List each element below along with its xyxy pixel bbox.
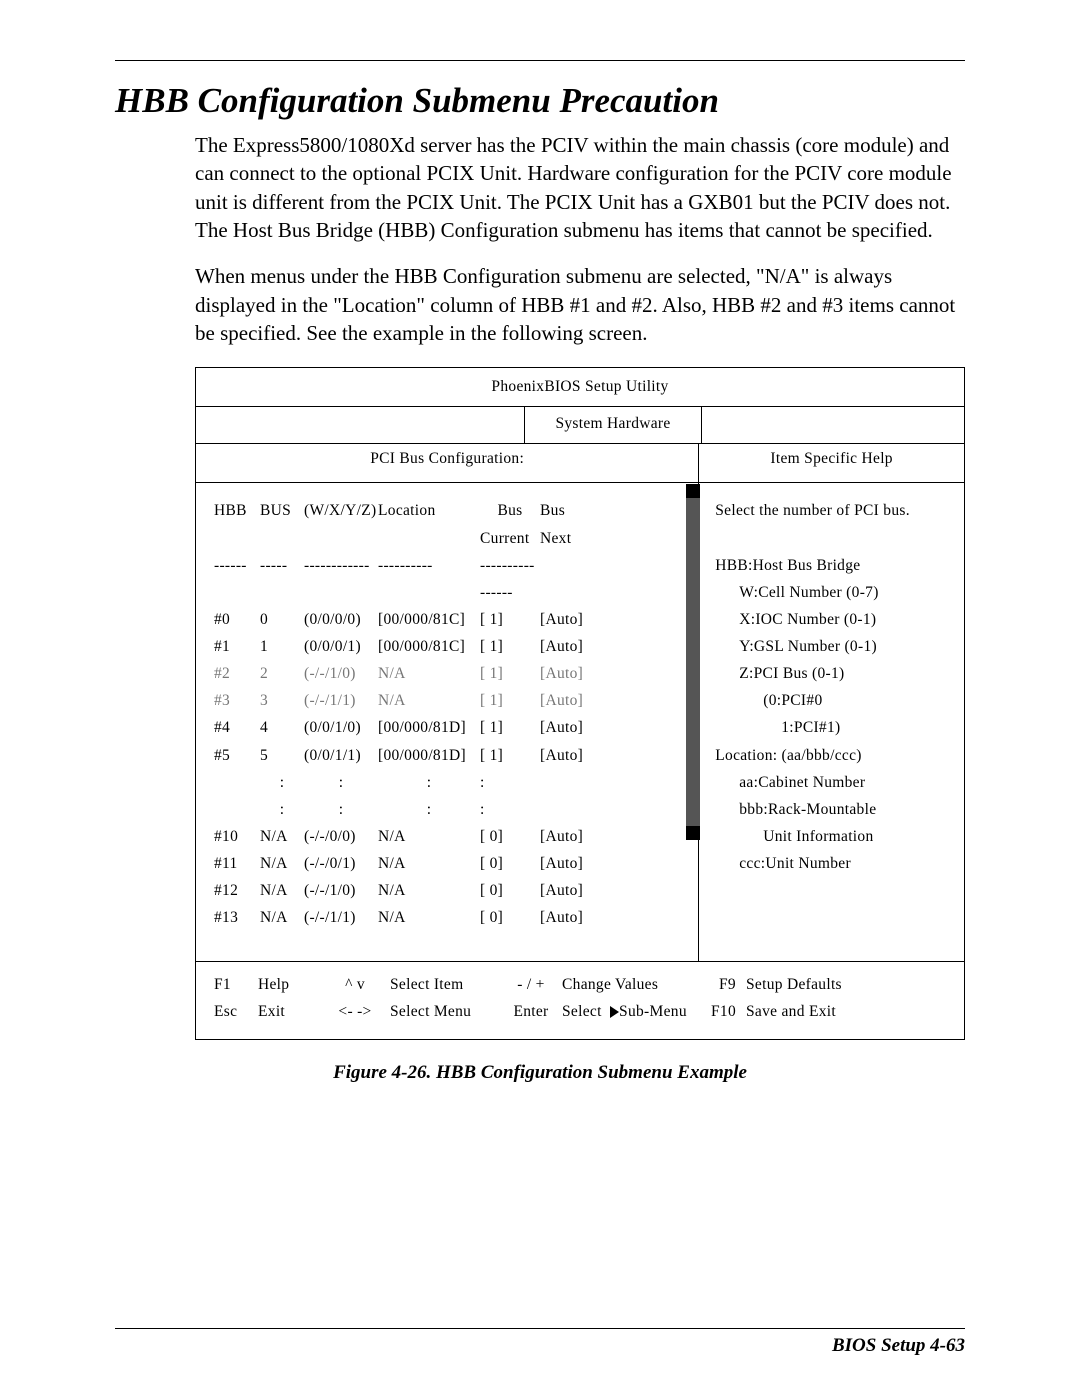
bios-help-title: Item Specific Help <box>699 444 964 483</box>
bios-row[interactable]: #10N/A(-/-/0/0)N/A[ 0][Auto] <box>214 823 692 850</box>
bios-row[interactable]: #55(0/0/1/1)[00/000/81D][ 1][Auto] <box>214 742 692 769</box>
page-title: HBB Configuration Submenu Precaution <box>115 81 965 121</box>
bios-row[interactable]: #00(0/0/0/0)[00/000/81C][ 1][Auto] <box>214 606 692 633</box>
bios-help-text: Select the number of PCI bus. HBB:Host B… <box>715 497 952 877</box>
bios-row[interactable]: #22(-/-/1/0)N/A[ 1][Auto] <box>214 660 692 687</box>
bios-col-header-2: Current Next <box>214 525 692 552</box>
bios-divider: ----------------------------------------… <box>214 552 692 606</box>
scroll-up-icon[interactable] <box>686 484 700 498</box>
bios-header: PhoenixBIOS Setup Utility <box>196 368 964 407</box>
bios-left-title: PCI Bus Configuration: <box>196 444 698 483</box>
bios-row[interactable]: #33(-/-/1/1)N/A[ 1][Auto] <box>214 687 692 714</box>
bios-row[interactable]: #11(0/0/0/1)[00/000/81C][ 1][Auto] <box>214 633 692 660</box>
paragraph-2: When menus under the HBB Configuration s… <box>115 262 965 347</box>
triangle-right-icon <box>610 1006 619 1018</box>
bios-ellipsis: :::: <box>214 769 692 796</box>
page-number: BIOS Setup 4-63 <box>115 1335 965 1357</box>
bios-col-header-1: HBB BUS (W/X/Y/Z) Location Bus Bus <box>214 497 692 524</box>
scrollbar[interactable] <box>686 484 700 840</box>
bios-row[interactable]: #11N/A(-/-/0/1)N/A[ 0][Auto] <box>214 850 692 877</box>
scroll-down-icon[interactable] <box>686 826 700 840</box>
bios-screenshot: PhoenixBIOS Setup Utility System Hardwar… <box>195 367 965 1040</box>
bios-tab: System Hardware <box>525 407 702 443</box>
bios-ellipsis: :::: <box>214 796 692 823</box>
bios-row[interactable]: #13N/A(-/-/1/1)N/A[ 0][Auto] <box>214 904 692 931</box>
bios-row[interactable]: #44(0/0/1/0)[00/000/81D][ 1][Auto] <box>214 714 692 741</box>
bios-row[interactable]: #12N/A(-/-/1/0)N/A[ 0][Auto] <box>214 877 692 904</box>
bios-footer: F1 Help ^ v Select Item - / + Change Val… <box>196 961 964 1039</box>
paragraph-1: The Express5800/1080Xd server has the PC… <box>115 131 965 244</box>
figure-caption: Figure 4-26. HBB Configuration Submenu E… <box>115 1062 965 1084</box>
